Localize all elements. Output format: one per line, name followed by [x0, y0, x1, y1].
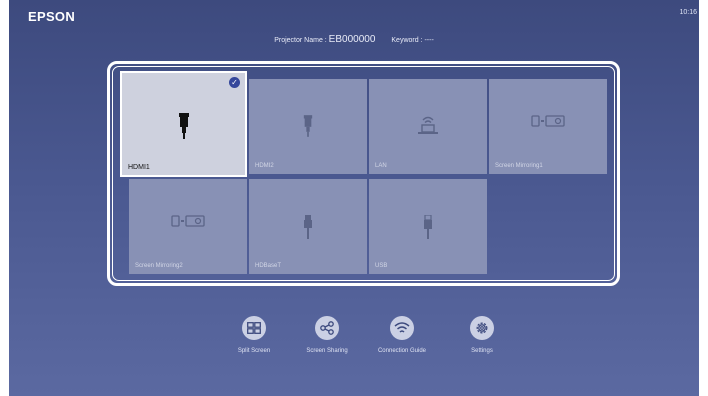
- gear-icon: [470, 316, 494, 340]
- clock: 10:16: [679, 9, 697, 16]
- brand-logo: EPSON: [28, 9, 76, 24]
- source-label: LAN: [375, 163, 387, 169]
- source-tile-screen-mirroring2[interactable]: Screen Mirroring2: [129, 179, 247, 274]
- source-tile-screen-mirroring1[interactable]: Screen Mirroring1: [489, 79, 607, 174]
- selected-check-icon: ✓: [229, 77, 240, 88]
- split-screen-label: Split Screen: [237, 348, 271, 354]
- source-tile-hdbaset[interactable]: HDBaseT: [249, 179, 367, 274]
- lan-network-icon: [418, 116, 438, 134]
- source-label: HDBaseT: [255, 263, 282, 269]
- source-grid: ✓ HDMI1 HDMI2 LAN Screen Mirroring1 Scre…: [120, 71, 609, 274]
- source-label: Screen Mirroring1: [495, 163, 543, 169]
- share-icon: [315, 316, 339, 340]
- source-tile-hdmi1[interactable]: ✓ HDMI1: [120, 71, 247, 177]
- source-label: USB: [375, 263, 388, 269]
- bottom-toolbar: Split Screen Screen Sharing Connection G…: [9, 316, 699, 376]
- screen-mirroring-icon: [171, 215, 205, 227]
- projector-info: Projector Name : EB000000 Keyword : ----: [9, 34, 699, 45]
- hdbaset-plug-icon: [304, 215, 312, 239]
- settings-button[interactable]: Settings: [447, 316, 517, 354]
- screen-mirroring-icon: [531, 115, 565, 127]
- projector-name-value: EB000000: [328, 34, 376, 45]
- hdmi-plug-icon: [178, 113, 189, 139]
- source-tile-hdmi2[interactable]: HDMI2: [249, 79, 367, 174]
- source-selection-panel: ✓ HDMI1 HDMI2 LAN Screen Mirroring1 Scre…: [107, 61, 620, 286]
- connection-guide-button[interactable]: Connection Guide: [367, 316, 437, 354]
- settings-label: Settings: [471, 348, 493, 354]
- source-tile-usb[interactable]: USB: [369, 179, 487, 274]
- projector-name-label: Projector Name :: [274, 37, 329, 44]
- hdmi-plug-icon: [303, 115, 313, 137]
- source-label: HDMI1: [128, 164, 150, 171]
- connection-guide-label: Connection Guide: [377, 348, 427, 354]
- keyword-value: ----: [424, 37, 434, 44]
- screen-sharing-button[interactable]: Screen Sharing: [292, 316, 362, 354]
- wifi-icon: [390, 316, 414, 340]
- split-screen-button[interactable]: Split Screen: [219, 316, 289, 354]
- split-screen-icon: [242, 316, 266, 340]
- source-label: Screen Mirroring2: [135, 263, 183, 269]
- source-label: HDMI2: [255, 163, 274, 169]
- usb-plug-icon: [424, 215, 432, 239]
- keyword-label: Keyword :: [391, 37, 425, 44]
- source-tile-lan[interactable]: LAN: [369, 79, 487, 174]
- screen-sharing-label: Screen Sharing: [306, 348, 348, 354]
- projector-home-screen: EPSON 10:16 Projector Name : EB000000 Key…: [9, 0, 699, 396]
